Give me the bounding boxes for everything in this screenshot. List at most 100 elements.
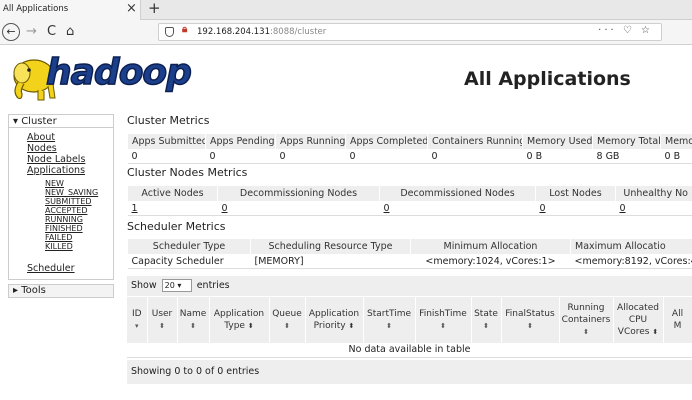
col-header-label: CPU VCores: [617, 315, 650, 337]
col-header-start-time[interactable]: StartTime ⬍: [363, 297, 416, 343]
col-header-label: FinishTime: [419, 309, 467, 319]
nav-node-labels-link[interactable]: Node Labels: [27, 154, 85, 165]
table-info: Showing 0 to 0 of 0 entries: [127, 360, 692, 384]
url-host: 192.168.204.131: [197, 27, 271, 37]
col-header: Maximum Allocatio: [570, 238, 692, 255]
col-header-finish-time[interactable]: FinishTime ⬍: [415, 297, 472, 343]
nav-app-state-accepted[interactable]: ACCEPTED: [45, 206, 87, 215]
col-header-user[interactable]: User ⬍: [147, 297, 178, 343]
tab-close-icon[interactable]: ×: [126, 1, 137, 16]
nav-cluster-header[interactable]: ▾ Cluster: [9, 115, 113, 128]
table-cell: 0: [127, 149, 206, 164]
nav-applications-link[interactable]: Applications: [27, 165, 85, 176]
table-row: 0 0 0 0 0 0 B 8 GB 0 B: [127, 149, 692, 164]
col-header-label: ID: [131, 309, 142, 319]
col-header: Decommissioning Nodes: [217, 185, 380, 202]
col-header-label: Containers: [561, 315, 611, 325]
col-header: Memory Total: [592, 133, 661, 150]
nav-app-state-running[interactable]: RUNNING: [45, 215, 83, 224]
unhealthy-nodes-link[interactable]: 0: [615, 201, 692, 216]
url-bar[interactable]: 🔒︎ 192.168.204.131:8088/cluster ··· ♡ ☆: [158, 23, 662, 41]
sort-icon: ⬍: [483, 322, 489, 330]
page-title: All Applications: [464, 68, 631, 90]
col-header-allocated-memory[interactable]: All M: [663, 297, 692, 343]
reload-icon[interactable]: C: [47, 23, 56, 41]
col-header-queue[interactable]: Queue ⬍: [269, 297, 306, 343]
table-cell: [MEMORY]: [250, 254, 411, 269]
col-header-label: Queue: [272, 309, 302, 319]
url-text[interactable]: 192.168.204.131:8088/cluster: [197, 27, 326, 37]
cluster-metrics-title: Cluster Metrics: [127, 114, 210, 127]
table-cell: 8 GB: [592, 149, 661, 164]
col-header-state[interactable]: State ⬍: [471, 297, 502, 343]
nav-app-state-submitted[interactable]: SUBMITTED: [45, 197, 92, 206]
nav-scheduler-link[interactable]: Scheduler: [27, 263, 75, 274]
insecure-lock-icon[interactable]: 🔒︎: [182, 24, 187, 35]
browser-nav-bar: ← → C ⌂ 🔒︎ 192.168.204.131:8088/cluster …: [0, 20, 692, 45]
col-header-label: Name: [179, 309, 207, 319]
col-header-final-status[interactable]: FinalStatus ⬍: [501, 297, 560, 343]
col-header-allocated-cpu[interactable]: Allocated CPU VCores ⬍: [613, 297, 664, 343]
page-length-select[interactable]: 20 ▾: [161, 279, 192, 292]
table-row: 1 0 0 0 0: [127, 201, 692, 216]
col-header: Active Nodes: [127, 185, 218, 202]
col-header-label: Application: [308, 309, 360, 319]
url-path: :8088/cluster: [270, 27, 327, 37]
table-cell: 0: [345, 149, 428, 164]
nav-app-state-finished[interactable]: FINISHED: [45, 224, 83, 233]
col-header-label: State: [474, 309, 498, 319]
sort-icon: ⬍: [348, 322, 355, 330]
col-header: Apps Completed: [345, 133, 428, 150]
table-cell: Capacity Scheduler: [127, 254, 251, 269]
page-actions-icons[interactable]: ··· ♡ ☆: [598, 25, 653, 36]
applications-table: ID ▾ User ⬍ Name ⬍ Application Type ⬍ Queue ⬍…: [127, 297, 692, 358]
sort-desc-icon: ▾: [134, 322, 139, 330]
col-header: Unhealthy No: [615, 185, 692, 202]
decommissioned-nodes-link[interactable]: 0: [379, 201, 536, 216]
table-row: Capacity Scheduler [MEMORY] <memory:1024…: [127, 254, 692, 269]
nav-app-state-killed[interactable]: KILLED: [45, 242, 73, 251]
col-header-label: All: [671, 309, 684, 319]
table-header-row: Scheduler Type Scheduling Resource Type …: [127, 238, 692, 255]
nav-nodes-link[interactable]: Nodes: [27, 143, 57, 154]
cluster-metrics-table: Apps Submitted Apps Pending Apps Running…: [127, 133, 692, 164]
back-arrow-icon[interactable]: ←: [2, 23, 20, 41]
col-header-application-priority[interactable]: Application Priority ⬍: [305, 297, 364, 343]
nav-about-link[interactable]: About: [27, 132, 55, 143]
table-row: No data available in table: [127, 343, 692, 358]
col-header-id[interactable]: ID ▾: [127, 297, 148, 343]
col-header-label: Running: [567, 303, 605, 313]
table-cell: 0 B: [660, 149, 692, 164]
table-header-row: ID ▾ User ⬍ Name ⬍ Application Type ⬍ Queue ⬍…: [127, 297, 692, 343]
hadoop-wordmark: hadoop: [45, 51, 192, 94]
tracking-shield-icon[interactable]: [165, 27, 174, 37]
col-header-label: FinalStatus: [505, 309, 555, 319]
nav-app-state-new[interactable]: NEW: [45, 179, 64, 188]
decommissioning-nodes-link[interactable]: 0: [217, 201, 380, 216]
col-header: Minimum Allocation: [410, 238, 571, 255]
new-tab-icon[interactable]: +: [148, 0, 161, 17]
scheduler-metrics-title: Scheduler Metrics: [127, 220, 226, 233]
table-cell: 0 B: [522, 149, 593, 164]
node-metrics-title: Cluster Nodes Metrics: [127, 166, 248, 179]
table-cell: <memory:8192, vCores:4>: [570, 254, 692, 269]
col-header: Apps Running: [275, 133, 346, 150]
nav-tools-header[interactable]: ▸ Tools: [8, 284, 114, 298]
table-header-row: Active Nodes Decommissioning Nodes Decom…: [127, 185, 692, 202]
forward-arrow-icon[interactable]: →: [26, 23, 37, 41]
nav-app-state-new-saving[interactable]: NEW_SAVING: [45, 188, 98, 197]
col-header-label: Type: [224, 321, 245, 331]
active-nodes-link[interactable]: 1: [127, 201, 218, 216]
col-header: Lost Nodes: [535, 185, 616, 202]
nav-tools-label: Tools: [21, 285, 46, 296]
lost-nodes-link[interactable]: 0: [535, 201, 616, 216]
col-header-label: Allocated: [617, 303, 659, 313]
nav-app-state-failed[interactable]: FAILED: [45, 233, 72, 242]
col-header-name[interactable]: Name ⬍: [177, 297, 210, 343]
col-header-application-type[interactable]: Application Type ⬍: [209, 297, 270, 343]
home-icon[interactable]: ⌂: [66, 23, 74, 41]
col-header-running-containers[interactable]: Running Containers ⬍: [559, 297, 614, 343]
browser-tab[interactable]: All Applications ×: [0, 0, 141, 20]
scheduler-metrics-table: Scheduler Type Scheduling Resource Type …: [127, 238, 692, 269]
col-header: Apps Submitted: [127, 133, 206, 150]
